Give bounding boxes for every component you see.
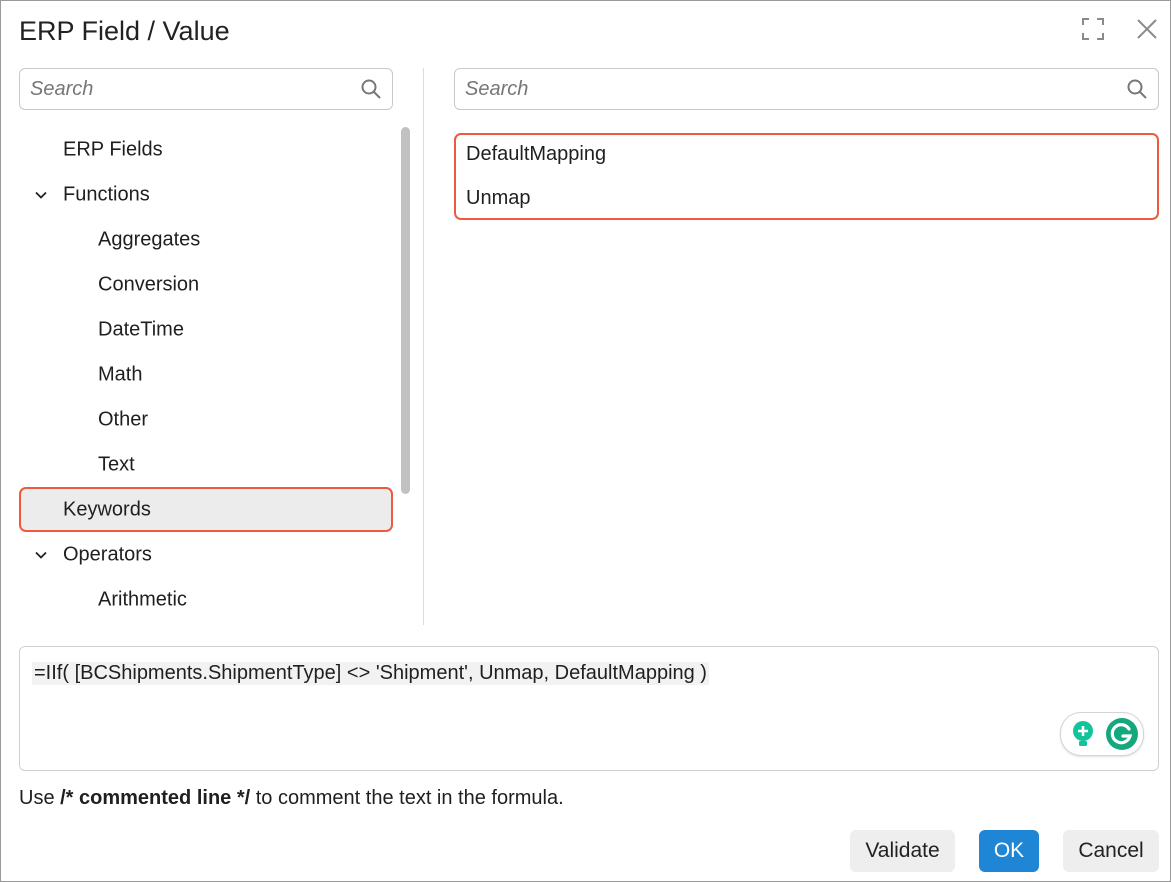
tree-item-label: Conversion: [98, 273, 200, 295]
validate-button[interactable]: Validate: [850, 830, 955, 872]
tree-item-label: Operators: [63, 543, 152, 565]
tree-item-other[interactable]: Other: [19, 397, 393, 442]
erp-field-value-dialog: ERP Field / Value ERP Fields Functions Agg…: [0, 0, 1171, 882]
formula-text[interactable]: =IIf( [BCShipments.ShipmentType] <> 'Shi…: [32, 662, 709, 685]
panel-divider: [423, 68, 424, 625]
list-item-defaultmapping[interactable]: DefaultMapping: [466, 143, 606, 166]
tree-item-label: Text: [98, 453, 135, 475]
tree-scrollbar[interactable]: [401, 127, 410, 494]
tree-item-label: Arithmetic: [98, 588, 187, 610]
search-icon[interactable]: [360, 78, 382, 100]
tree-item-functions[interactable]: Functions: [19, 172, 393, 217]
hint-bold: /* commented line */: [60, 787, 251, 809]
ok-button[interactable]: OK: [979, 830, 1039, 872]
tree-item-datetime[interactable]: DateTime: [19, 307, 393, 352]
list-item-unmap[interactable]: Unmap: [466, 187, 530, 210]
formula-editor[interactable]: =IIf( [BCShipments.ShipmentType] <> 'Shi…: [19, 646, 1159, 771]
chevron-down-icon[interactable]: [33, 547, 49, 563]
maximize-button[interactable]: [1079, 15, 1107, 43]
cancel-button[interactable]: Cancel: [1063, 830, 1159, 872]
grammarly-bulb-icon[interactable]: [1069, 719, 1097, 749]
chevron-down-icon[interactable]: [33, 187, 49, 203]
comment-hint: Use /* commented line */ to comment the …: [19, 787, 564, 810]
keyword-list: DefaultMapping Unmap: [454, 133, 1159, 220]
close-icon: [1137, 19, 1157, 39]
tree-item-conversion[interactable]: Conversion: [19, 262, 393, 307]
dialog-title: ERP Field / Value: [19, 16, 230, 46]
tree-item-erp-fields[interactable]: ERP Fields: [19, 127, 393, 172]
tree-item-operators[interactable]: Operators: [19, 532, 393, 577]
close-button[interactable]: [1133, 15, 1161, 43]
tree-item-text[interactable]: Text: [19, 442, 393, 487]
search-icon[interactable]: [1126, 78, 1148, 100]
hint-prefix: Use: [19, 787, 61, 809]
tree-item-label: Other: [98, 408, 149, 430]
left-search-box: [19, 68, 393, 110]
hint-suffix: to comment the text in the formula.: [250, 787, 564, 809]
tree-item-label: DateTime: [98, 318, 184, 340]
right-search-box: [454, 68, 1159, 110]
grammarly-widget[interactable]: [1060, 712, 1144, 756]
category-tree: ERP Fields Functions Aggregates Conversion D…: [19, 127, 397, 624]
tree-item-label: ERP Fields: [63, 138, 163, 160]
left-search-input[interactable]: [20, 69, 360, 109]
grammarly-logo-icon[interactable]: [1105, 717, 1139, 751]
tree-item-math[interactable]: Math: [19, 352, 393, 397]
tree-item-label: Aggregates: [98, 228, 201, 250]
tree-item-label: Keywords: [63, 498, 151, 520]
tree-item-keywords[interactable]: Keywords: [19, 487, 393, 532]
tree-item-label: Math: [98, 363, 143, 385]
expand-icon: [1082, 18, 1104, 40]
tree-item-arithmetic[interactable]: Arithmetic: [19, 577, 393, 622]
tree-item-aggregates[interactable]: Aggregates: [19, 217, 393, 262]
right-search-input[interactable]: [455, 69, 1126, 109]
tree-item-label: Functions: [63, 183, 150, 205]
